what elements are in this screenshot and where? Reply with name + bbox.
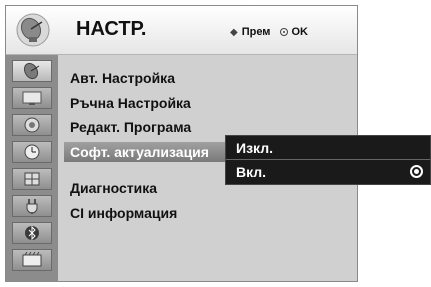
- sidebar-item-audio[interactable]: [12, 114, 52, 136]
- sidebar-item-media[interactable]: [12, 249, 52, 271]
- hint-move-label: Прем: [241, 26, 271, 38]
- menu-item-manual-tuning[interactable]: Ръчна Настройка: [70, 95, 191, 111]
- menu-item-diagnostics[interactable]: Диагностика: [70, 180, 157, 196]
- navigation-arrows-icon: ◆: [230, 26, 238, 38]
- sidebar-item-bluetooth[interactable]: [12, 222, 52, 244]
- page-title: НАСТР.: [76, 18, 147, 40]
- clock-icon: [24, 144, 40, 160]
- media-icon: [22, 252, 42, 267]
- satellite-dish-icon: [23, 62, 40, 80]
- selected-radio-icon: [410, 165, 423, 178]
- tv-screen-icon: [22, 91, 42, 105]
- sidebar-item-picture[interactable]: [12, 87, 52, 109]
- sidebar-item-setup[interactable]: [12, 60, 52, 82]
- menu-item-program-edit[interactable]: Редакт. Програма: [70, 119, 191, 135]
- sidebar-item-lock[interactable]: [12, 168, 52, 190]
- sidebar-item-input[interactable]: [12, 195, 52, 217]
- category-sidebar: [6, 55, 58, 281]
- menu-header: НАСТР. ◆ Прем OK: [6, 6, 357, 55]
- software-update-popup: Изкл. Вкл.: [225, 135, 431, 185]
- option-off[interactable]: Изкл.: [236, 140, 273, 156]
- menu-item-software-update[interactable]: Софт. актуализация: [64, 142, 240, 162]
- option-on[interactable]: Вкл.: [236, 164, 266, 180]
- popup-divider: [226, 159, 430, 160]
- sidebar-item-time[interactable]: [12, 141, 52, 163]
- input-plug-icon: [26, 199, 38, 214]
- bluetooth-icon: [25, 225, 39, 241]
- nav-hint: ◆ Прем OK: [230, 26, 308, 38]
- lock-icon: [24, 172, 40, 186]
- menu-item-auto-tuning[interactable]: Авт. Настройка: [70, 70, 175, 86]
- ok-button-icon: [280, 28, 289, 36]
- menu-item-ci-information[interactable]: CI информация: [70, 205, 177, 221]
- hint-ok-label: OK: [291, 26, 308, 38]
- satellite-dish-icon: [16, 13, 50, 47]
- speaker-icon: [24, 117, 40, 133]
